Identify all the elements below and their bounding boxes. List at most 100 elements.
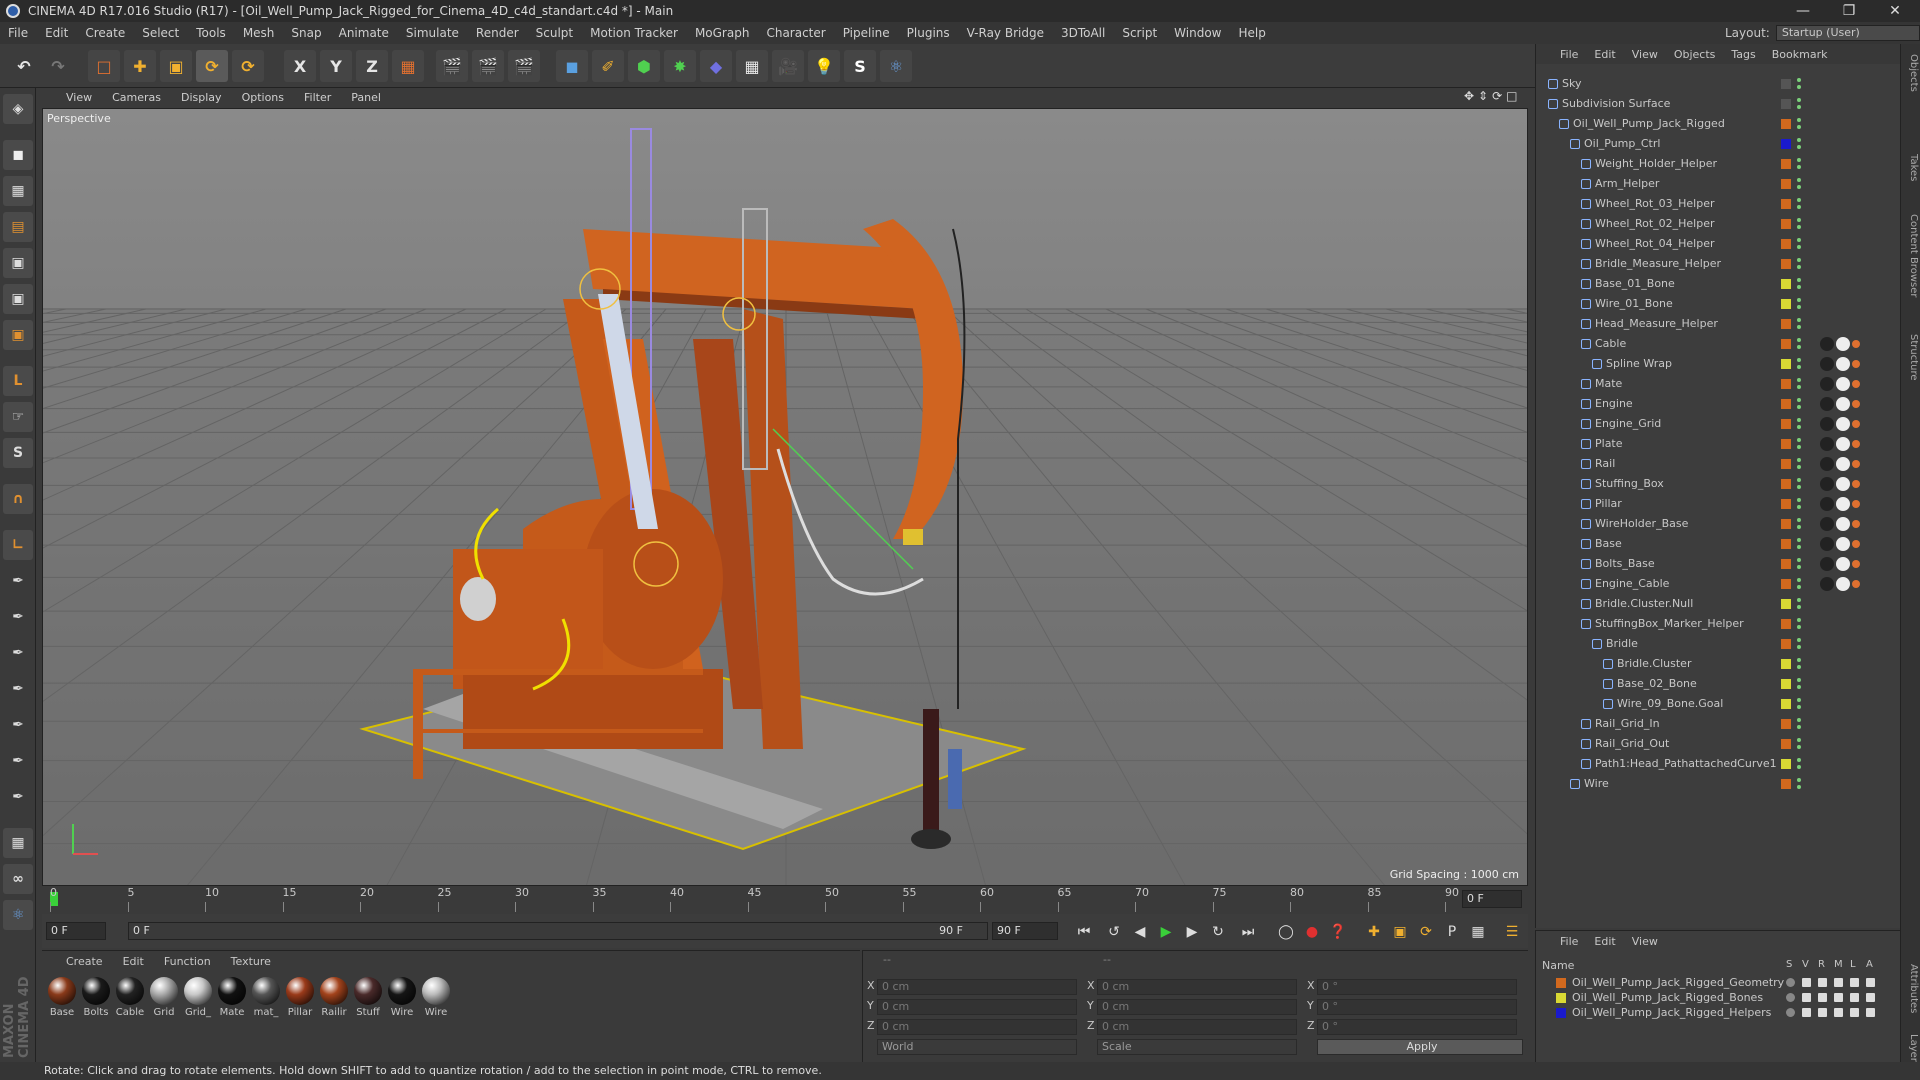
editor-visibility-dot[interactable] <box>1797 178 1801 182</box>
object-row[interactable]: Wheel_Rot_02_Helper <box>1536 214 1901 234</box>
material-tag-icon[interactable] <box>1852 540 1860 548</box>
object-row[interactable]: Engine <box>1536 394 1901 414</box>
coord-col1-y-field[interactable]: 0 cm <box>877 999 1077 1015</box>
key-rotation-icon[interactable]: ⟳ <box>1414 920 1438 944</box>
object-row[interactable]: Bridle.Cluster <box>1536 654 1901 674</box>
floor-icon[interactable]: ▦ <box>736 50 768 82</box>
objects-menu-objects[interactable]: Objects <box>1674 48 1716 61</box>
light-icon[interactable]: 💡 <box>808 50 840 82</box>
apply-button[interactable]: Apply <box>1317 1039 1523 1055</box>
render-visibility-dot[interactable] <box>1797 525 1801 529</box>
coord-mode-select[interactable]: World <box>877 1039 1077 1055</box>
material-tag-icon[interactable] <box>1852 480 1860 488</box>
side-tab-attributes[interactable]: Attributes <box>1903 964 1919 1013</box>
render-visibility-dot[interactable] <box>1797 85 1801 89</box>
menu-edit[interactable]: Edit <box>45 26 68 40</box>
sculpt-tool-1-icon[interactable]: ✒ <box>3 566 33 596</box>
object-row[interactable]: Base <box>1536 534 1901 554</box>
render-visibility-dot[interactable] <box>1797 765 1801 769</box>
current-frame-field[interactable]: 0 F <box>46 922 106 940</box>
side-tab-content-browser[interactable]: Content Browser <box>1903 214 1919 297</box>
edit-render-settings-icon[interactable]: 🎬 <box>508 50 540 82</box>
viewport-nav-icons[interactable]: ✥⇕⟳□ <box>1464 89 1528 106</box>
material-tag-icon[interactable] <box>1820 497 1834 511</box>
side-tab-takes[interactable]: Takes <box>1903 154 1919 181</box>
object-row[interactable]: Sky <box>1536 74 1901 94</box>
editor-visibility-dot[interactable] <box>1797 78 1801 82</box>
material-tag-icon[interactable] <box>1836 477 1850 491</box>
layer-toggle-icon[interactable] <box>1834 978 1843 987</box>
layer-menu-view[interactable]: View <box>1632 935 1658 948</box>
material-tag-icon[interactable] <box>1836 577 1850 591</box>
editor-visibility-dot[interactable] <box>1797 498 1801 502</box>
material-swatch[interactable]: Grid_ <box>182 977 214 1018</box>
material-tag-icon[interactable] <box>1836 337 1850 351</box>
layer-menu-edit[interactable]: Edit <box>1594 935 1615 948</box>
subdivision-icon[interactable]: ⬢ <box>628 50 660 82</box>
render-visibility-dot[interactable] <box>1797 325 1801 329</box>
editor-visibility-dot[interactable] <box>1797 538 1801 542</box>
object-row[interactable]: Rail_Grid_In <box>1536 714 1901 734</box>
timeline-end-field[interactable]: 0 F <box>1462 890 1522 908</box>
magnet-icon[interactable]: ∩ <box>3 484 33 514</box>
menu-v-ray-bridge[interactable]: V-Ray Bridge <box>967 26 1044 40</box>
object-row[interactable]: Head_Measure_Helper <box>1536 314 1901 334</box>
y-axis-icon[interactable]: Y <box>320 50 352 82</box>
render-view-icon[interactable]: 🎬 <box>436 50 468 82</box>
sculpt-tool-5-icon[interactable]: ✒ <box>3 710 33 740</box>
editor-visibility-dot[interactable] <box>1797 358 1801 362</box>
editor-visibility-dot[interactable] <box>1797 98 1801 102</box>
viewport-menu-filter[interactable]: Filter <box>304 91 331 104</box>
layer-toggle-icon[interactable] <box>1802 978 1811 987</box>
menu-file[interactable]: File <box>8 26 28 40</box>
render-visibility-dot[interactable] <box>1797 305 1801 309</box>
editor-visibility-dot[interactable] <box>1797 298 1801 302</box>
menu-character[interactable]: Character <box>766 26 825 40</box>
render-visibility-dot[interactable] <box>1797 105 1801 109</box>
render-visibility-dot[interactable] <box>1797 645 1801 649</box>
editor-visibility-dot[interactable] <box>1797 338 1801 342</box>
material-swatch[interactable]: Bolts <box>80 977 112 1018</box>
editor-visibility-dot[interactable] <box>1797 738 1801 742</box>
object-row[interactable]: Engine_Cable <box>1536 574 1901 594</box>
render-visibility-dot[interactable] <box>1797 345 1801 349</box>
viewport-menu-panel[interactable]: Panel <box>351 91 381 104</box>
tweak-mode-icon[interactable]: ☞ <box>3 402 33 432</box>
material-tag-icon[interactable] <box>1820 577 1834 591</box>
material-swatch[interactable]: Wire <box>420 977 452 1018</box>
pen-spline-icon[interactable]: ✐ <box>592 50 624 82</box>
goto-end-icon[interactable]: ⏭ <box>1236 920 1260 944</box>
model-mode-icon[interactable]: ◼ <box>3 140 33 170</box>
editor-visibility-dot[interactable] <box>1797 678 1801 682</box>
layer-toggle-icon[interactable] <box>1786 978 1795 987</box>
object-row[interactable]: Rail <box>1536 454 1901 474</box>
material-tag-icon[interactable] <box>1836 557 1850 571</box>
object-row[interactable]: Plate <box>1536 434 1901 454</box>
autokey-icon[interactable]: ❓ <box>1326 920 1350 944</box>
material-tag-icon[interactable] <box>1852 400 1860 408</box>
layer-toggle-icon[interactable] <box>1818 978 1827 987</box>
editor-visibility-dot[interactable] <box>1797 558 1801 562</box>
material-tag-icon[interactable] <box>1836 517 1850 531</box>
editor-visibility-dot[interactable] <box>1797 318 1801 322</box>
layer-toggle-icon[interactable] <box>1786 993 1795 1002</box>
render-visibility-dot[interactable] <box>1797 505 1801 509</box>
layer-toggle-icon[interactable] <box>1850 978 1859 987</box>
scale-icon[interactable]: ▣ <box>160 50 192 82</box>
material-swatch[interactable]: Wire <box>386 977 418 1018</box>
recent-tool-icon[interactable]: ⟳ <box>232 50 264 82</box>
coordinate-system-icon[interactable]: ▦ <box>392 50 424 82</box>
object-row[interactable]: Path1:Head_PathattachedCurve1 <box>1536 754 1901 774</box>
material-tag-icon[interactable] <box>1820 557 1834 571</box>
object-row[interactable]: Subdivision Surface <box>1536 94 1901 114</box>
side-tab-structure[interactable]: Structure <box>1903 334 1919 381</box>
editor-visibility-dot[interactable] <box>1797 718 1801 722</box>
editor-visibility-dot[interactable] <box>1797 118 1801 122</box>
render-visibility-dot[interactable] <box>1797 625 1801 629</box>
grid-icon[interactable]: ▦ <box>3 828 33 858</box>
object-row[interactable]: WireHolder_Base <box>1536 514 1901 534</box>
menu-mograph[interactable]: MoGraph <box>695 26 750 40</box>
layer-toggle-icon[interactable] <box>1850 1008 1859 1017</box>
maximize-button[interactable]: ❐ <box>1826 0 1872 22</box>
menu-snap[interactable]: Snap <box>291 26 321 40</box>
